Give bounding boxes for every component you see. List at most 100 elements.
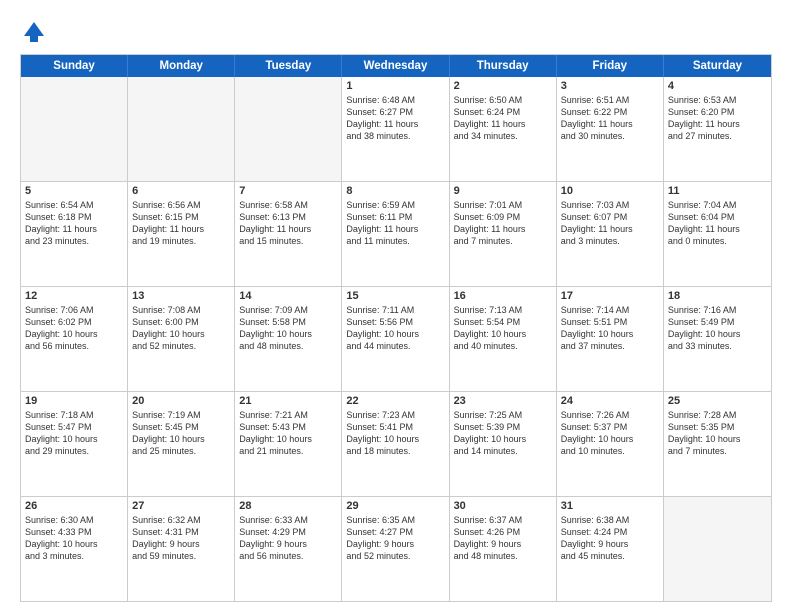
- cell-text: Sunrise: 7:16 AM Sunset: 5:49 PM Dayligh…: [668, 304, 767, 353]
- calendar-cell: 9 Sunrise: 7:01 AM Sunset: 6:09 PM Daylig…: [450, 182, 557, 286]
- day-number: 5: [25, 185, 123, 197]
- day-number: 17: [561, 290, 659, 302]
- day-number: 10: [561, 185, 659, 197]
- calendar-cell: 11Sunrise: 7:04 AM Sunset: 6:04 PM Dayli…: [664, 182, 771, 286]
- cell-text: Sunrise: 7:09 AM Sunset: 5:58 PM Dayligh…: [239, 304, 337, 353]
- calendar: SundayMondayTuesdayWednesdayThursdayFrid…: [20, 54, 772, 602]
- calendar-cell: 7 Sunrise: 6:58 AM Sunset: 6:13 PM Daylig…: [235, 182, 342, 286]
- cell-text: Sunrise: 6:58 AM Sunset: 6:13 PM Dayligh…: [239, 199, 337, 248]
- calendar-cell: 26Sunrise: 6:30 AM Sunset: 4:33 PM Dayli…: [21, 497, 128, 601]
- cell-text: Sunrise: 7:11 AM Sunset: 5:56 PM Dayligh…: [346, 304, 444, 353]
- cell-text: Sunrise: 7:08 AM Sunset: 6:00 PM Dayligh…: [132, 304, 230, 353]
- cell-text: Sunrise: 7:01 AM Sunset: 6:09 PM Dayligh…: [454, 199, 552, 248]
- cell-text: Sunrise: 6:35 AM Sunset: 4:27 PM Dayligh…: [346, 514, 444, 563]
- cell-text: Sunrise: 7:26 AM Sunset: 5:37 PM Dayligh…: [561, 409, 659, 458]
- day-number: 8: [346, 185, 444, 197]
- day-number: 6: [132, 185, 230, 197]
- calendar-cell: 28 Sunrise: 6:33 AM Sunset: 4:29 PM Dayli…: [235, 497, 342, 601]
- calendar-cell: 17 Sunrise: 7:14 AM Sunset: 5:51 PM Dayli…: [557, 287, 664, 391]
- day-number: 3: [561, 80, 659, 92]
- day-number: 21: [239, 395, 337, 407]
- header-cell-thursday: Thursday: [450, 55, 557, 77]
- cell-text: Sunrise: 7:06 AM Sunset: 6:02 PM Dayligh…: [25, 304, 123, 353]
- day-number: 11: [668, 185, 767, 197]
- cell-text: Sunrise: 7:14 AM Sunset: 5:51 PM Dayligh…: [561, 304, 659, 353]
- calendar-cell: 5 Sunrise: 6:54 AM Sunset: 6:18 PM Daylig…: [21, 182, 128, 286]
- calendar-cell: 10Sunrise: 7:03 AM Sunset: 6:07 PM Dayli…: [557, 182, 664, 286]
- calendar-row-2: 5 Sunrise: 6:54 AM Sunset: 6:18 PM Daylig…: [21, 182, 771, 287]
- day-number: 7: [239, 185, 337, 197]
- calendar-cell: [21, 77, 128, 181]
- day-number: 12: [25, 290, 123, 302]
- header: [20, 18, 772, 46]
- day-number: 14: [239, 290, 337, 302]
- calendar-cell: 4 Sunrise: 6:53 AM Sunset: 6:20 PM Daylig…: [664, 77, 771, 181]
- day-number: 24: [561, 395, 659, 407]
- day-number: 27: [132, 500, 230, 512]
- cell-text: Sunrise: 6:53 AM Sunset: 6:20 PM Dayligh…: [668, 94, 767, 143]
- header-cell-saturday: Saturday: [664, 55, 771, 77]
- day-number: 2: [454, 80, 552, 92]
- cell-text: Sunrise: 7:18 AM Sunset: 5:47 PM Dayligh…: [25, 409, 123, 458]
- calendar-cell: 8 Sunrise: 6:59 AM Sunset: 6:11 PM Daylig…: [342, 182, 449, 286]
- cell-text: Sunrise: 7:19 AM Sunset: 5:45 PM Dayligh…: [132, 409, 230, 458]
- day-number: 22: [346, 395, 444, 407]
- calendar-cell: 27Sunrise: 6:32 AM Sunset: 4:31 PM Dayli…: [128, 497, 235, 601]
- calendar-cell: 18 Sunrise: 7:16 AM Sunset: 5:49 PM Dayli…: [664, 287, 771, 391]
- cell-text: Sunrise: 6:56 AM Sunset: 6:15 PM Dayligh…: [132, 199, 230, 248]
- day-number: 19: [25, 395, 123, 407]
- calendar-header: SundayMondayTuesdayWednesdayThursdayFrid…: [21, 55, 771, 77]
- calendar-cell: 19 Sunrise: 7:18 AM Sunset: 5:47 PM Dayli…: [21, 392, 128, 496]
- calendar-cell: 31Sunrise: 6:38 AM Sunset: 4:24 PM Dayli…: [557, 497, 664, 601]
- calendar-row-1: 1 Sunrise: 6:48 AM Sunset: 6:27 PM Daylig…: [21, 77, 771, 182]
- cell-text: Sunrise: 6:51 AM Sunset: 6:22 PM Dayligh…: [561, 94, 659, 143]
- day-number: 4: [668, 80, 767, 92]
- cell-text: Sunrise: 7:13 AM Sunset: 5:54 PM Dayligh…: [454, 304, 552, 353]
- cell-text: Sunrise: 6:37 AM Sunset: 4:26 PM Dayligh…: [454, 514, 552, 563]
- calendar-row-5: 26Sunrise: 6:30 AM Sunset: 4:33 PM Dayli…: [21, 497, 771, 601]
- calendar-cell: 16 Sunrise: 7:13 AM Sunset: 5:54 PM Dayli…: [450, 287, 557, 391]
- day-number: 16: [454, 290, 552, 302]
- calendar-cell: 14 Sunrise: 7:09 AM Sunset: 5:58 PM Dayli…: [235, 287, 342, 391]
- calendar-body: 1 Sunrise: 6:48 AM Sunset: 6:27 PM Daylig…: [21, 77, 771, 601]
- page: SundayMondayTuesdayWednesdayThursdayFrid…: [0, 0, 792, 612]
- calendar-cell: [664, 497, 771, 601]
- calendar-row-3: 12 Sunrise: 7:06 AM Sunset: 6:02 PM Dayli…: [21, 287, 771, 392]
- day-number: 26: [25, 500, 123, 512]
- calendar-cell: 24 Sunrise: 7:26 AM Sunset: 5:37 PM Dayli…: [557, 392, 664, 496]
- cell-text: Sunrise: 7:25 AM Sunset: 5:39 PM Dayligh…: [454, 409, 552, 458]
- day-number: 28: [239, 500, 337, 512]
- cell-text: Sunrise: 6:33 AM Sunset: 4:29 PM Dayligh…: [239, 514, 337, 563]
- day-number: 15: [346, 290, 444, 302]
- calendar-cell: 13 Sunrise: 7:08 AM Sunset: 6:00 PM Dayli…: [128, 287, 235, 391]
- day-number: 20: [132, 395, 230, 407]
- calendar-row-4: 19 Sunrise: 7:18 AM Sunset: 5:47 PM Dayli…: [21, 392, 771, 497]
- header-cell-monday: Monday: [128, 55, 235, 77]
- calendar-cell: 23 Sunrise: 7:25 AM Sunset: 5:39 PM Dayli…: [450, 392, 557, 496]
- header-cell-tuesday: Tuesday: [235, 55, 342, 77]
- day-number: 18: [668, 290, 767, 302]
- calendar-cell: 3 Sunrise: 6:51 AM Sunset: 6:22 PM Daylig…: [557, 77, 664, 181]
- day-number: 9: [454, 185, 552, 197]
- cell-text: Sunrise: 6:50 AM Sunset: 6:24 PM Dayligh…: [454, 94, 552, 143]
- logo: [20, 18, 52, 46]
- calendar-cell: 2 Sunrise: 6:50 AM Sunset: 6:24 PM Daylig…: [450, 77, 557, 181]
- calendar-cell: 21 Sunrise: 7:21 AM Sunset: 5:43 PM Dayli…: [235, 392, 342, 496]
- calendar-cell: 29 Sunrise: 6:35 AM Sunset: 4:27 PM Dayli…: [342, 497, 449, 601]
- day-number: 29: [346, 500, 444, 512]
- calendar-cell: 30Sunrise: 6:37 AM Sunset: 4:26 PM Dayli…: [450, 497, 557, 601]
- logo-icon: [20, 18, 48, 46]
- day-number: 31: [561, 500, 659, 512]
- calendar-cell: 15 Sunrise: 7:11 AM Sunset: 5:56 PM Dayli…: [342, 287, 449, 391]
- cell-text: Sunrise: 6:54 AM Sunset: 6:18 PM Dayligh…: [25, 199, 123, 248]
- header-cell-friday: Friday: [557, 55, 664, 77]
- day-number: 13: [132, 290, 230, 302]
- calendar-cell: [235, 77, 342, 181]
- day-number: 1: [346, 80, 444, 92]
- calendar-cell: 12 Sunrise: 7:06 AM Sunset: 6:02 PM Dayli…: [21, 287, 128, 391]
- day-number: 23: [454, 395, 552, 407]
- cell-text: Sunrise: 7:21 AM Sunset: 5:43 PM Dayligh…: [239, 409, 337, 458]
- cell-text: Sunrise: 6:59 AM Sunset: 6:11 PM Dayligh…: [346, 199, 444, 248]
- cell-text: Sunrise: 6:48 AM Sunset: 6:27 PM Dayligh…: [346, 94, 444, 143]
- calendar-cell: 20 Sunrise: 7:19 AM Sunset: 5:45 PM Dayli…: [128, 392, 235, 496]
